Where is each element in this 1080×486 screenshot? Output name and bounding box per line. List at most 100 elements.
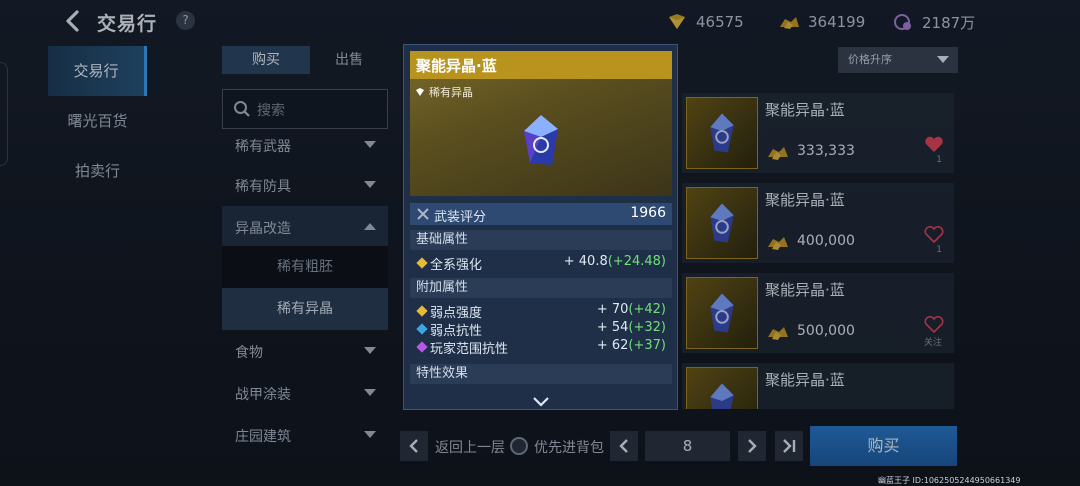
- item-title: 聚能异晶·蓝: [416, 57, 497, 75]
- player-uid: 幽蓝王子 ID:1062505244950661349: [878, 476, 1021, 485]
- coin-bag-icon: [894, 14, 911, 30]
- attr-row: 弱点强度 + 70(+42): [410, 302, 672, 321]
- nav-item-dawn-store[interactable]: 曙光百货: [48, 96, 147, 146]
- base-attrs-header: 基础属性: [410, 230, 672, 250]
- last-page-button[interactable]: [775, 431, 803, 461]
- armament-score-row: 武装评分 1966: [410, 203, 672, 225]
- search-input[interactable]: 搜索: [222, 89, 388, 129]
- chevron-down-icon: [364, 347, 376, 354]
- listing-price: 500,000: [797, 323, 855, 339]
- chevron-right-icon: [748, 439, 757, 453]
- heart-icon[interactable]: [924, 135, 944, 153]
- attr-value: + 70: [596, 302, 629, 317]
- attr-row: 全系强化 + 40.8(+24.48): [410, 254, 672, 273]
- listing-card[interactable]: 聚能异晶·蓝 500,000 关注: [682, 273, 954, 353]
- currency-gems: 46575: [666, 12, 744, 32]
- listing-name: 聚能异晶·蓝: [765, 101, 845, 119]
- listing-card[interactable]: 聚能异晶·蓝 400,000 1: [682, 183, 954, 263]
- sort-label: 价格升序: [848, 53, 892, 66]
- trait-header: 特性效果: [410, 364, 672, 384]
- currency-value: 364199: [808, 13, 866, 31]
- attr-bonus: (+24.48): [607, 254, 666, 269]
- category-food[interactable]: 食物: [222, 330, 388, 372]
- top-bar: 交易行 ? 46575 364199 2187万: [0, 0, 1080, 42]
- gold-ore-icon: [780, 17, 799, 29]
- rarity-label: 稀有异晶: [429, 86, 473, 99]
- listing-card[interactable]: 聚能异晶·蓝: [682, 363, 954, 409]
- crystal-icon: [710, 203, 734, 243]
- category-rare-armor[interactable]: 稀有防具: [222, 164, 388, 206]
- favorite-count: 1: [936, 155, 942, 165]
- attr-label: 弱点强度: [430, 306, 483, 321]
- attr-label: 玩家范围抗性: [430, 342, 509, 357]
- sort-dropdown[interactable]: 价格升序: [838, 47, 958, 73]
- chevron-down-icon: [364, 389, 376, 396]
- back-button[interactable]: [400, 431, 428, 461]
- category-manor-building[interactable]: 庄园建筑: [222, 414, 388, 456]
- subcategory-rare-crystal[interactable]: 稀有异晶: [222, 288, 388, 330]
- diamond-icon: [416, 88, 424, 96]
- gem-currency-icon: [669, 14, 685, 29]
- page-number-field[interactable]: 8: [645, 431, 730, 461]
- buy-sell-tabs: 购买 出售: [222, 46, 388, 74]
- heart-outline-icon[interactable]: [924, 315, 944, 333]
- category-label: 食物: [235, 345, 263, 361]
- listing-card[interactable]: 聚能异晶·蓝 333,333 1: [682, 93, 954, 173]
- page-title: 交易行: [97, 13, 158, 35]
- category-label: 战甲涂装: [235, 387, 291, 403]
- priority-radio[interactable]: [510, 437, 528, 455]
- rarity-tag: 稀有异晶: [415, 84, 473, 100]
- category-crystal-mod[interactable]: 异晶改造: [222, 206, 388, 248]
- listing-price: 400,000: [797, 233, 855, 249]
- back-arrow-icon[interactable]: [60, 8, 86, 34]
- listing-price: 333,333: [797, 143, 855, 159]
- chevron-left-icon: [619, 439, 628, 453]
- attr-diamond-icon: [416, 341, 428, 353]
- currency-gold: 364199: [778, 12, 865, 32]
- chevron-down-icon: [937, 56, 949, 63]
- extra-attrs-header: 附加属性: [410, 278, 672, 298]
- tab-buy[interactable]: 购买: [222, 46, 310, 74]
- tab-sell[interactable]: 出售: [310, 46, 388, 74]
- search-placeholder: 搜索: [257, 103, 285, 119]
- favorite-count: 1: [936, 245, 942, 255]
- category-label: 稀有武器: [235, 139, 291, 155]
- chevron-down-icon[interactable]: [533, 397, 549, 407]
- score-value: 1966: [630, 205, 666, 221]
- item-thumbnail: [686, 367, 758, 409]
- category-rare-weapons[interactable]: 稀有武器: [222, 124, 388, 166]
- item-detail-panel: 聚能异晶·蓝 稀有异晶 武装评分 1966 基础属性 全系强化 + 40.8(+…: [403, 44, 678, 410]
- category-label: 异晶改造: [235, 221, 291, 237]
- attr-diamond-icon: [416, 305, 428, 317]
- subcategory-rare-blank[interactable]: 稀有粗胚: [222, 246, 388, 288]
- score-label: 武装评分: [434, 210, 487, 225]
- nav-item-trading-house[interactable]: 交易行: [48, 46, 147, 96]
- heart-outline-icon[interactable]: [924, 225, 944, 243]
- gold-ore-icon: [768, 147, 788, 160]
- attr-row: 弱点抗性 + 54(+32): [410, 320, 672, 339]
- item-thumbnail: [686, 187, 758, 259]
- priority-label[interactable]: 优先进背包: [534, 437, 604, 457]
- side-tab-handle[interactable]: [0, 62, 8, 166]
- next-page-button[interactable]: [738, 431, 766, 461]
- crystal-icon: [524, 115, 558, 165]
- listing-name: 聚能异晶·蓝: [765, 281, 845, 299]
- follow-label: 关注: [923, 338, 942, 348]
- item-thumbnail: [686, 277, 758, 349]
- crystal-icon: [710, 293, 734, 333]
- nav-item-auction[interactable]: 拍卖行: [48, 146, 147, 196]
- back-label[interactable]: 返回上一层: [435, 437, 505, 457]
- attr-value: + 54: [596, 320, 629, 335]
- category-mech-paint[interactable]: 战甲涂装: [222, 372, 388, 414]
- prev-page-button[interactable]: [610, 431, 638, 461]
- chevron-down-icon: [364, 181, 376, 188]
- attr-label: 弱点抗性: [430, 324, 483, 339]
- attr-bonus: (+42): [628, 302, 666, 317]
- gold-ore-icon: [768, 237, 788, 250]
- help-icon[interactable]: ?: [176, 11, 195, 30]
- item-banner: 聚能异晶·蓝 稀有异晶: [410, 51, 672, 196]
- attr-bonus: (+32): [628, 320, 666, 335]
- buy-button[interactable]: 购买: [810, 426, 957, 466]
- attr-diamond-icon: [416, 323, 428, 335]
- last-page-icon: [783, 439, 796, 453]
